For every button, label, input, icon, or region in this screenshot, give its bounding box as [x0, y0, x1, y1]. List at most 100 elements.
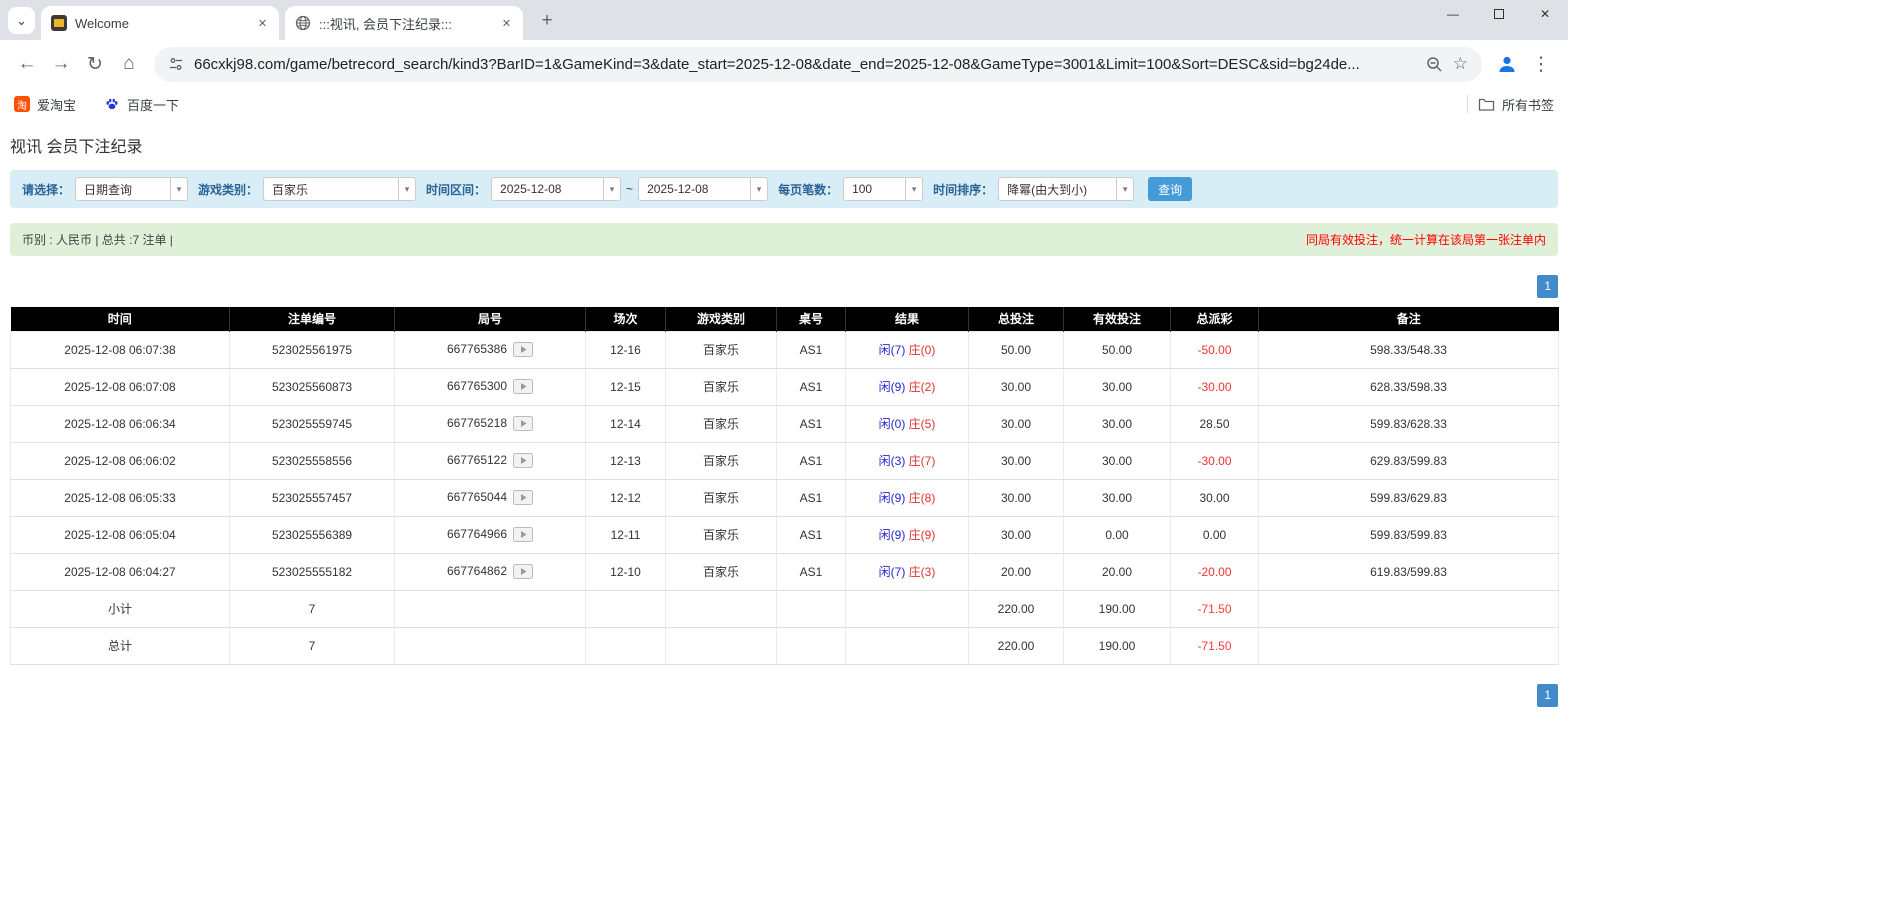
cell-total-bet[interactable]: 30.00 — [969, 479, 1064, 516]
tab-title: Welcome — [75, 16, 246, 31]
cell-bet-no: 523025559745 — [230, 405, 395, 442]
tab-strip: ⌄ Welcome ✕ :::视讯, 会员下注纪录::: ✕ + — ✕ — [0, 0, 1568, 40]
tab-search-button[interactable]: ⌄ — [8, 7, 35, 34]
menu-icon[interactable]: ⋮ — [1524, 47, 1558, 81]
cell-note: 598.33/548.33 — [1259, 331, 1559, 368]
cell-time: 2025-12-08 06:05:04 — [11, 516, 230, 553]
total-label: 总计 — [11, 627, 230, 664]
round-number: 667765044 — [447, 490, 507, 504]
replay-video-icon[interactable] — [513, 379, 533, 394]
replay-video-icon[interactable] — [513, 416, 533, 431]
browser-window: ⌄ Welcome ✕ :::视讯, 会员下注纪录::: ✕ + — ✕ — [0, 0, 1568, 707]
result-banker: 庄(8) — [909, 491, 936, 505]
cell-table-no: AS1 — [777, 331, 846, 368]
cell-session: 12-15 — [586, 368, 666, 405]
table-body: 2025-12-08 06:07:38 523025561975 6677653… — [11, 331, 1559, 590]
url-text[interactable]: 66cxkj98.com/game/betrecord_search/kind3… — [194, 56, 1416, 73]
cell-payout: 30.00 — [1171, 479, 1259, 516]
maximize-icon — [1494, 9, 1504, 19]
cell-result: 闲(3) 庄(7) — [846, 442, 969, 479]
replay-video-icon[interactable] — [513, 342, 533, 357]
refresh-button[interactable]: ↻ — [78, 47, 112, 81]
cell-total-bet[interactable]: 20.00 — [969, 553, 1064, 590]
cell-total-bet[interactable]: 30.00 — [969, 516, 1064, 553]
summary-notice: 同局有效投注，统一计算在该局第一张注单内 — [1306, 231, 1546, 248]
page-size-label: 每页笔数： — [778, 181, 838, 198]
zoom-icon[interactable] — [1426, 56, 1443, 73]
cell-game-type: 百家乐 — [666, 553, 777, 590]
column-header: 局号 — [395, 307, 586, 331]
tab-title: :::视讯, 会员下注纪录::: — [319, 14, 490, 33]
all-bookmarks-button[interactable]: 所有书签 — [1478, 95, 1554, 114]
page-1-button[interactable]: 1 — [1537, 684, 1558, 707]
new-tab-button[interactable]: + — [533, 7, 561, 35]
cell-total-bet[interactable]: 50.00 — [969, 331, 1064, 368]
result-player: 闲(7) — [879, 565, 906, 579]
profile-avatar[interactable] — [1490, 47, 1524, 81]
date-end-input[interactable]: 2025-12-08 ▾ — [638, 177, 768, 201]
replay-video-icon[interactable] — [513, 490, 533, 505]
column-header: 场次 — [586, 307, 666, 331]
replay-video-icon[interactable] — [513, 453, 533, 468]
folder-icon — [1478, 97, 1495, 112]
search-button[interactable]: 查询 — [1148, 177, 1192, 201]
bookmark-taobao[interactable]: 淘 爱淘宝 — [14, 95, 76, 114]
cell-bet-no: 523025560873 — [230, 368, 395, 405]
cell-round-no: 667765044 — [395, 479, 586, 516]
table-header: 时间注单编号局号场次游戏类别桌号结果总投注有效投注总派彩备注 — [11, 307, 1559, 331]
total-total-bet: 220.00 — [969, 627, 1064, 664]
cell-note: 599.83/599.83 — [1259, 516, 1559, 553]
close-window-button[interactable]: ✕ — [1536, 5, 1554, 23]
cell-result: 闲(0) 庄(5) — [846, 405, 969, 442]
cell-valid-bet: 30.00 — [1064, 405, 1171, 442]
close-tab-icon[interactable]: ✕ — [254, 15, 271, 32]
back-button[interactable]: ← — [10, 47, 44, 81]
game-type-select[interactable]: 百家乐 ▾ — [263, 177, 416, 201]
replay-video-icon[interactable] — [513, 527, 533, 542]
query-type-select[interactable]: 日期查询 ▾ — [75, 177, 188, 201]
cell-total-bet[interactable]: 30.00 — [969, 405, 1064, 442]
forward-button[interactable]: → — [44, 47, 78, 81]
table-row: 2025-12-08 06:07:08 523025560873 6677653… — [11, 368, 1559, 405]
tab-welcome[interactable]: Welcome ✕ — [41, 6, 279, 40]
cell-total-bet[interactable]: 30.00 — [969, 442, 1064, 479]
chevron-down-icon: ▾ — [170, 178, 187, 200]
cell-valid-bet: 0.00 — [1064, 516, 1171, 553]
pagination-bottom: 1 — [10, 684, 1558, 707]
bookmark-baidu[interactable]: 百度一下 — [104, 95, 179, 114]
table-row: 2025-12-08 06:06:34 523025559745 6677652… — [11, 405, 1559, 442]
minimize-button[interactable]: — — [1444, 5, 1462, 23]
bookmark-star-icon[interactable]: ☆ — [1453, 54, 1468, 74]
close-tab-icon[interactable]: ✕ — [498, 15, 515, 32]
cell-session: 12-12 — [586, 479, 666, 516]
replay-video-icon[interactable] — [513, 564, 533, 579]
sort-select[interactable]: 降幂(由大到小) ▾ — [998, 177, 1134, 201]
tab-bet-records[interactable]: :::视讯, 会员下注纪录::: ✕ — [285, 6, 523, 40]
cell-result: 闲(9) 庄(2) — [846, 368, 969, 405]
cell-total-bet[interactable]: 30.00 — [969, 368, 1064, 405]
cell-payout: 0.00 — [1171, 516, 1259, 553]
cell-time: 2025-12-08 06:06:02 — [11, 442, 230, 479]
bookmark-label: 百度一下 — [127, 95, 179, 114]
page-1-button[interactable]: 1 — [1537, 275, 1558, 298]
date-start-input[interactable]: 2025-12-08 ▾ — [491, 177, 621, 201]
cell-table-no: AS1 — [777, 479, 846, 516]
maximize-button[interactable] — [1490, 5, 1508, 23]
cell-bet-no: 523025556389 — [230, 516, 395, 553]
cell-session: 12-10 — [586, 553, 666, 590]
cell-bet-no: 523025561975 — [230, 331, 395, 368]
page-content: 视讯 会员下注纪录 请选择： 日期查询 ▾ 游戏类别： 百家乐 ▾ 时间区间： — [0, 138, 1568, 707]
cell-round-no: 667764862 — [395, 553, 586, 590]
page-size-value: 100 — [844, 182, 905, 196]
round-number: 667765218 — [447, 416, 507, 430]
table-row: 2025-12-08 06:07:38 523025561975 6677653… — [11, 331, 1559, 368]
result-banker: 庄(2) — [909, 380, 936, 394]
page-size-select[interactable]: 100 ▾ — [843, 177, 923, 201]
round-number: 667765300 — [447, 379, 507, 393]
home-button[interactable]: ⌂ — [112, 47, 146, 81]
address-bar[interactable]: 66cxkj98.com/game/betrecord_search/kind3… — [154, 47, 1482, 82]
column-header: 总投注 — [969, 307, 1064, 331]
sort-value: 降幂(由大到小) — [999, 181, 1116, 198]
site-settings-icon[interactable] — [168, 56, 184, 72]
result-player: 闲(9) — [879, 528, 906, 542]
